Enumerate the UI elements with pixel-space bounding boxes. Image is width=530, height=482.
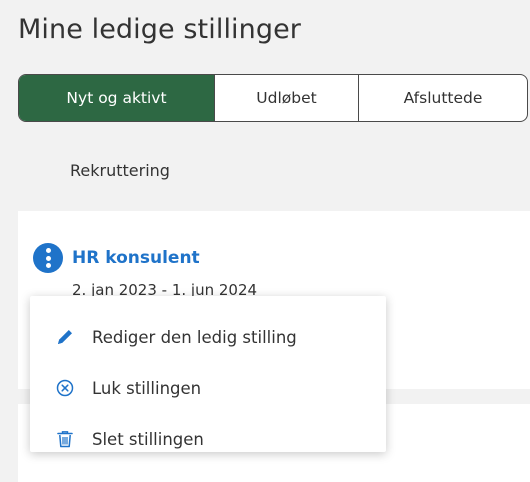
tab-completed[interactable]: Afsluttede (359, 75, 527, 121)
tab-expired[interactable]: Udløbet (215, 75, 359, 121)
menu-item-label: Rediger den ledig stilling (92, 327, 297, 347)
pencil-icon (58, 330, 72, 344)
menu-item-delete[interactable]: Slet stillingen (30, 417, 386, 461)
section-label: Rekruttering (70, 161, 170, 180)
close-circle-icon (56, 379, 74, 397)
tab-new-and-active[interactable]: Nyt og aktivt (19, 75, 215, 121)
context-menu: Rediger den ledig stilling Luk stillinge… (30, 296, 386, 452)
job-title-link[interactable]: HR konsulent (72, 248, 200, 268)
page-title: Mine ledige stillinger (18, 14, 302, 45)
trash-icon (57, 431, 73, 448)
status-tabs: Nyt og aktivt Udløbet Afsluttede (18, 74, 528, 122)
menu-item-edit[interactable]: Rediger den ledig stilling (30, 315, 386, 359)
menu-item-label: Slet stillingen (92, 429, 204, 449)
menu-item-close[interactable]: Luk stillingen (30, 366, 386, 410)
menu-item-label: Luk stillingen (92, 378, 202, 398)
more-options-icon[interactable] (33, 243, 63, 273)
